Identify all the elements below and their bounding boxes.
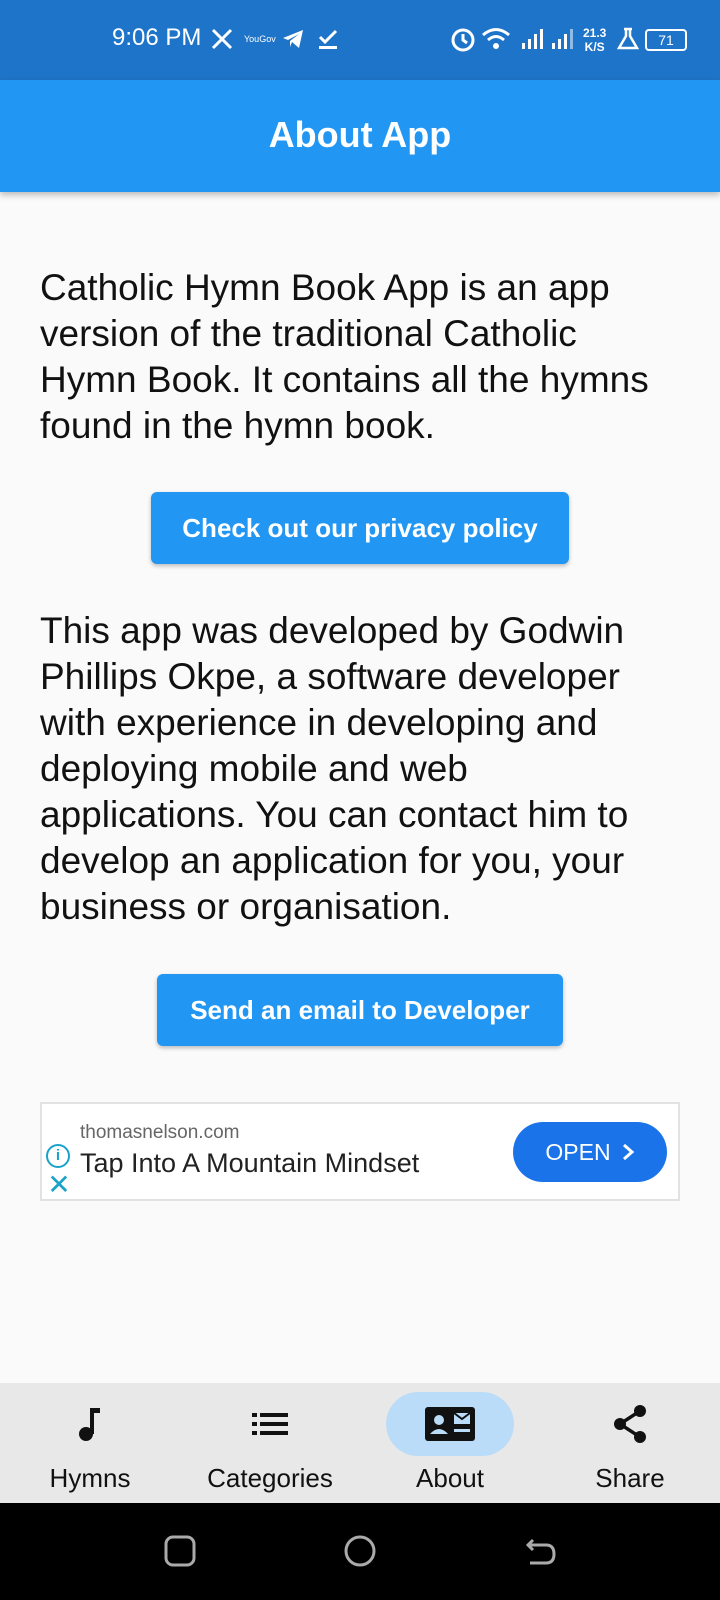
battery-icon: 71 xyxy=(645,29,687,51)
nav-label: Categories xyxy=(207,1463,333,1493)
ad-headline[interactable]: Tap Into A Mountain Mindset xyxy=(80,1148,419,1179)
app-description: Catholic Hymn Book App is an app version… xyxy=(40,267,649,446)
system-nav-bar xyxy=(0,1503,720,1600)
about-screen: 9:06 PM YouGov 21.3 K/S 71 About App Cat… xyxy=(0,0,720,1600)
bottom-nav: Hymns Categories About Share xyxy=(0,1383,720,1503)
lab-flask-icon xyxy=(617,27,639,50)
nav-label: Share xyxy=(595,1463,665,1493)
close-icon[interactable]: ✕ xyxy=(46,1171,72,1199)
check-icon xyxy=(318,29,338,49)
ad-banner[interactable]: i ✕ thomasnelson.com Tap Into A Mountain… xyxy=(40,1102,680,1201)
email-developer-button[interactable]: Send an email to Developer xyxy=(157,974,563,1046)
nav-item-categories[interactable]: Categories xyxy=(180,1383,360,1503)
ad-open-label: OPEN xyxy=(545,1138,611,1165)
developer-description: This app was developed by Godwin Phillip… xyxy=(40,610,629,927)
back-icon[interactable] xyxy=(522,1533,558,1569)
nav-label: Hymns xyxy=(49,1463,131,1493)
music-note-icon xyxy=(79,1408,100,1441)
nav-label: About xyxy=(416,1463,484,1493)
network-speed: 21.3 K/S xyxy=(583,26,607,54)
yougov-icon: YouGov xyxy=(244,34,276,44)
privacy-policy-button[interactable]: Check out our privacy policy xyxy=(151,492,569,564)
signal-icon xyxy=(522,29,543,49)
contact-card-icon xyxy=(425,1407,475,1441)
x-icon xyxy=(211,28,233,50)
recents-icon[interactable] xyxy=(162,1533,198,1569)
list-icon xyxy=(252,1413,288,1435)
chevron-right-icon xyxy=(622,1143,634,1161)
info-icon[interactable]: i xyxy=(46,1144,70,1168)
nav-item-hymns[interactable]: Hymns xyxy=(0,1383,180,1503)
telegram-icon xyxy=(283,30,303,48)
nav-item-about[interactable]: About xyxy=(360,1383,540,1503)
page-title: About App xyxy=(268,114,452,155)
nav-item-share[interactable]: Share xyxy=(540,1383,720,1503)
home-icon[interactable] xyxy=(342,1533,378,1569)
wifi-icon xyxy=(482,28,510,49)
status-time: 9:06 PM xyxy=(112,24,202,51)
ad-open-button[interactable]: OPEN xyxy=(513,1122,667,1182)
app-bar: About App xyxy=(0,80,720,192)
signal-icon-2 xyxy=(552,29,573,49)
alarm-icon xyxy=(451,28,475,52)
share-icon xyxy=(614,1405,646,1443)
ad-domain: thomasnelson.com xyxy=(80,1122,240,1143)
status-bar: 9:06 PM YouGov 21.3 K/S 71 xyxy=(0,0,720,80)
